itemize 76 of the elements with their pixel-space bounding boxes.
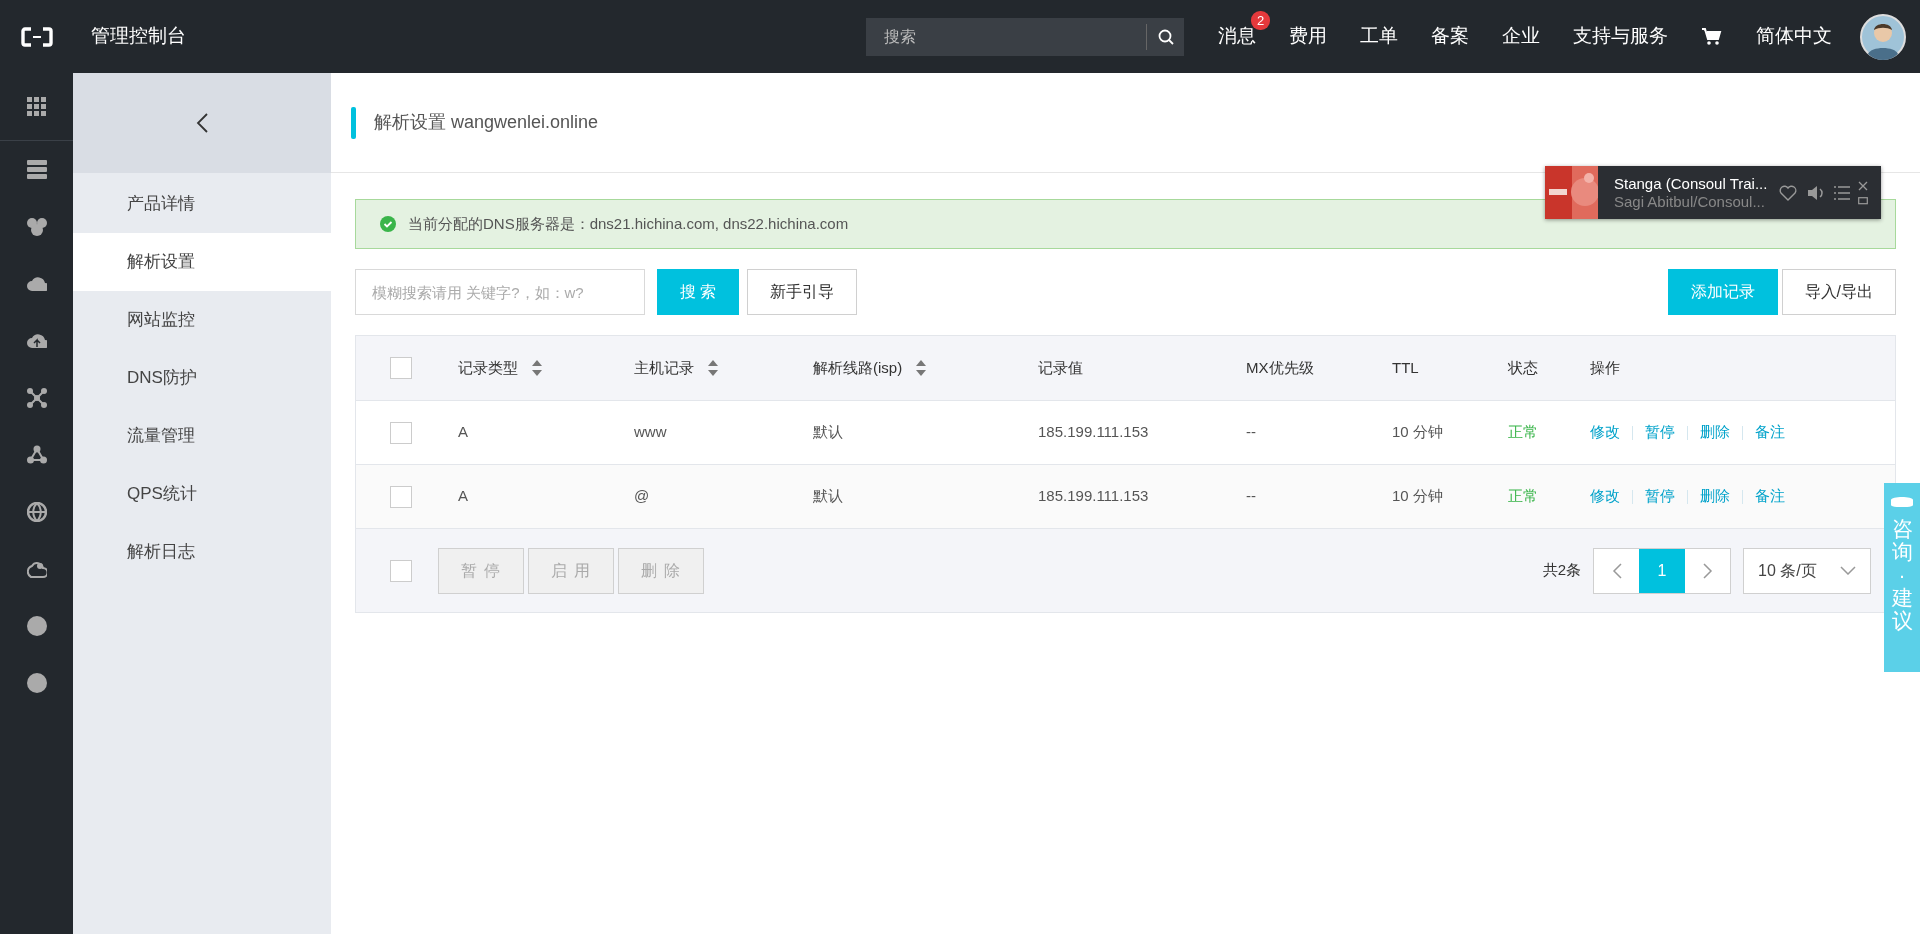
column-header: TTL [1392,357,1419,378]
table-cell: 185.199.111.153 [1038,422,1149,440]
search-field[interactable]: 模糊搜索请用 关键字?，如：w? [355,269,645,315]
table-cell: A [458,487,468,504]
nav-link[interactable]: 支持与服务 [1573,25,1668,47]
table-cell: A [458,422,468,440]
checkbox[interactable] [390,485,412,508]
success-icon [380,216,396,232]
volume-icon[interactable] [1807,183,1825,202]
chevron-left-icon [1611,562,1622,579]
back-icon[interactable] [194,112,210,134]
status-text: 正常 [1508,422,1538,440]
network-icon[interactable] [26,387,47,408]
column-header: 记录类型 [458,357,518,378]
sort-icon[interactable] [532,359,542,376]
sort-icon[interactable] [916,359,927,376]
column-header: MX优先级 [1246,357,1314,378]
title-accent-bar [351,106,356,139]
secondary-button[interactable]: 新手引导 [747,269,858,315]
table-cell: 10 分钟 [1392,487,1443,504]
nodes-icon[interactable] [26,444,47,465]
nav-link[interactable]: 工单 [1360,25,1398,47]
checkbox[interactable] [390,559,412,582]
console-title[interactable]: 管理控制台 [91,22,186,51]
cart-icon[interactable] [1701,27,1723,46]
table-cell: -- [1246,487,1256,504]
column-header: 状态 [1508,357,1538,378]
sidebar-item[interactable]: 网站监控 [73,291,331,349]
table-cell: 默认 [813,487,843,504]
status-text: 正常 [1508,487,1538,504]
table-cell: 185.199.111.153 [1038,487,1149,504]
table-cell: @ [634,487,650,504]
column-header: 记录值 [1038,357,1083,378]
checkbox[interactable] [390,421,412,444]
column-header: 操作 [1590,357,1620,378]
nav-link[interactable]: 费用 [1289,25,1327,47]
sidebar-item[interactable]: QPS统计 [73,465,331,523]
cluster-icon[interactable] [26,216,47,237]
sidebar-item[interactable]: 产品详情 [73,175,331,233]
circle-icon[interactable] [26,672,47,693]
nav-link[interactable]: 企业 [1502,25,1540,47]
column-header: 解析线路(isp) [813,357,903,378]
sidebar-item[interactable]: DNS防护 [73,349,331,407]
sidebar-item[interactable]: 流量管理 [73,407,331,465]
search-field[interactable]: 搜索 [866,17,1184,56]
checkbox[interactable] [390,357,412,380]
search-icon[interactable] [1157,28,1174,45]
table-cell: 默认 [813,422,843,440]
playlist-icon[interactable] [1834,184,1851,201]
track-artist: Sagi Abitbul/Consoul... [1614,192,1766,211]
table-cell: www [634,422,667,440]
page-size-select[interactable]: 10 条/页 [1743,547,1871,594]
avatar-icon[interactable] [1860,13,1906,60]
sort-icon[interactable] [708,359,718,376]
logo-icon[interactable] [20,24,53,49]
sidebar-item[interactable]: 解析日志 [73,523,331,581]
alert-text: 当前分配的DNS服务器是：dns21.hichina.com, dns22.hichina.com [408,213,849,234]
track-title: Stanga (Consoul Trai... [1614,174,1768,193]
close-icon[interactable] [1858,180,1869,191]
total-count: 共2条 [1542,560,1581,581]
secondary-button[interactable]: 导入/导出 [1781,269,1896,315]
column-header: 主机记录 [634,357,694,378]
server-icon[interactable] [26,159,47,180]
heart-icon[interactable] [1779,184,1798,201]
sidebar-item[interactable]: 解析设置 [73,233,331,291]
table-cell: -- [1246,422,1256,440]
chevron-right-icon [1702,562,1713,579]
circle-icon[interactable] [26,615,47,636]
minimize-icon[interactable] [1858,196,1869,205]
nav-link[interactable]: 备案 [1431,25,1469,47]
caret-icon [1840,566,1856,575]
page-title: 解析设置 wangwenlei.online [374,111,599,134]
globe-icon[interactable] [26,501,47,522]
language-link[interactable]: 简体中文 [1756,22,1832,51]
table-cell: 10 分钟 [1392,422,1443,440]
grid-icon[interactable] [26,96,47,117]
